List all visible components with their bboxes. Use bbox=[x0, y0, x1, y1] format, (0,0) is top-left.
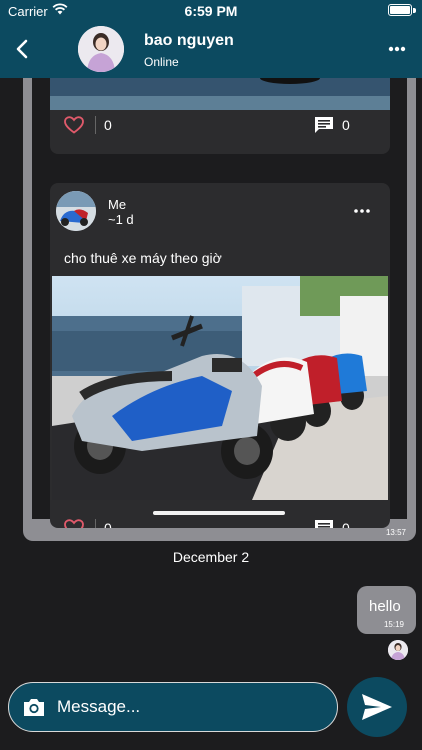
post-author: Me bbox=[108, 197, 127, 212]
shared-posts-container: 0 0 Me ~1 d cho thuê xe máy theo giờ 0 0 bbox=[32, 78, 407, 528]
previous-post-actions: 0 0 bbox=[50, 110, 390, 140]
read-receipt-avatar bbox=[388, 640, 408, 660]
chat-header: Carrier 6:59 PM bao nguyen Online bbox=[0, 0, 422, 78]
send-icon bbox=[362, 694, 392, 720]
divider bbox=[95, 519, 96, 528]
post-text: cho thuê xe máy theo giờ bbox=[64, 250, 222, 266]
contact-avatar[interactable] bbox=[78, 26, 124, 72]
send-button[interactable] bbox=[347, 677, 407, 737]
comment-icon[interactable] bbox=[314, 116, 334, 134]
battery-icon bbox=[388, 4, 412, 16]
comment-count: 0 bbox=[342, 520, 350, 528]
message-time: 15:19 bbox=[383, 620, 404, 629]
back-chevron-icon[interactable] bbox=[12, 38, 34, 60]
contact-name: bao nguyen bbox=[144, 32, 234, 49]
message-text: hello bbox=[369, 598, 401, 615]
message-input[interactable] bbox=[57, 693, 327, 721]
more-dots-icon[interactable] bbox=[388, 46, 406, 52]
message-time: 13:57 bbox=[385, 528, 406, 537]
comment-icon[interactable] bbox=[314, 519, 334, 528]
comment-count: 0 bbox=[342, 117, 350, 133]
date-separator: December 2 bbox=[172, 549, 250, 565]
post-author-avatar[interactable] bbox=[56, 191, 96, 231]
more-dots-icon[interactable] bbox=[354, 209, 370, 213]
previous-post-card[interactable]: 0 0 bbox=[50, 78, 390, 154]
status-bar: Carrier 6:59 PM bbox=[0, 0, 422, 22]
post-image[interactable] bbox=[52, 276, 388, 500]
post-age: ~1 d bbox=[108, 212, 134, 227]
presence-status: Online bbox=[144, 55, 179, 69]
clock: 6:59 PM bbox=[184, 3, 238, 19]
post-card[interactable]: Me ~1 d cho thuê xe máy theo giờ 0 0 bbox=[50, 183, 390, 528]
like-count: 0 bbox=[104, 117, 112, 133]
divider bbox=[95, 116, 96, 134]
message-composer bbox=[8, 682, 338, 732]
post-actions: 0 0 bbox=[50, 513, 390, 528]
battery-tip bbox=[413, 8, 416, 13]
heart-icon[interactable] bbox=[64, 519, 84, 528]
heart-icon[interactable] bbox=[64, 116, 84, 134]
scroll-indicator[interactable] bbox=[153, 511, 285, 515]
shared-post-message[interactable]: 0 0 Me ~1 d cho thuê xe máy theo giờ 0 0… bbox=[23, 78, 416, 541]
previous-post-image bbox=[50, 78, 390, 110]
camera-icon[interactable] bbox=[22, 696, 46, 718]
like-count: 0 bbox=[104, 520, 112, 528]
outgoing-message[interactable]: hello 15:19 bbox=[357, 586, 416, 634]
